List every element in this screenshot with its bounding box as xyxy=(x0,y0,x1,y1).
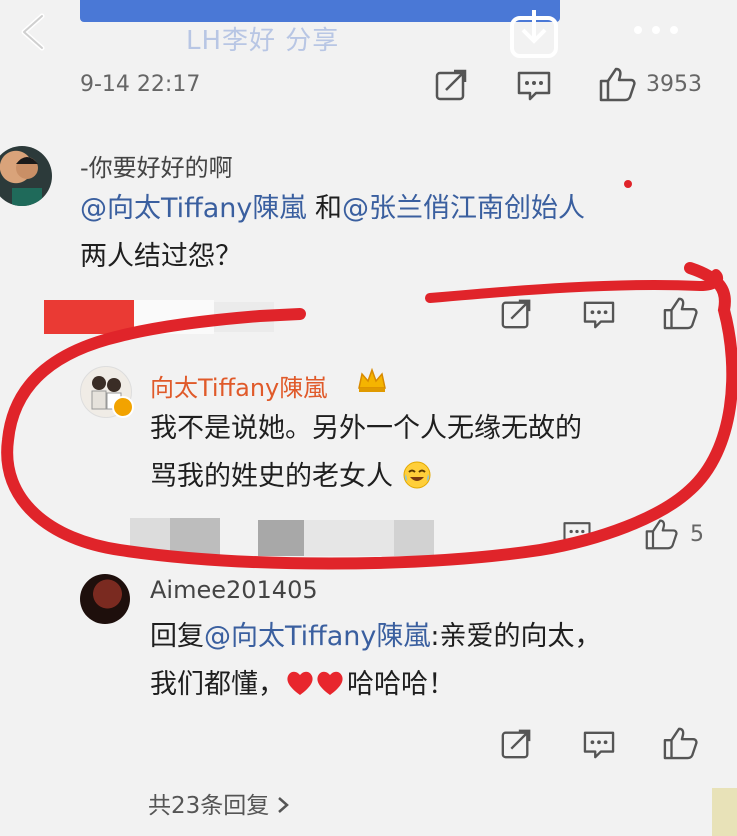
comment-body: @向太Tiffany陳嵐 和@张兰俏江南创始人 xyxy=(80,186,585,232)
body-text: 和 xyxy=(306,193,342,224)
comment-body-line-2: 两人结过怨？ xyxy=(80,241,242,272)
body-text: 骂我的姓史的老女人 xyxy=(150,461,393,492)
redacted-block xyxy=(134,300,214,334)
share-icon[interactable] xyxy=(500,298,532,330)
reply-prefix: 回复 xyxy=(150,621,204,652)
more-replies-link[interactable]: 共23条回复 xyxy=(148,786,292,820)
avatar[interactable] xyxy=(80,574,130,624)
comment-icon[interactable] xyxy=(516,70,552,102)
download-icon[interactable] xyxy=(508,8,560,60)
body-text: :亲爱的向太， xyxy=(430,621,602,652)
thumbs-up-icon[interactable] xyxy=(644,518,678,550)
mention-link[interactable]: @张兰俏江南创始人 xyxy=(342,193,585,224)
chevron-right-icon xyxy=(278,797,290,813)
more-replies-label: 共23条回复 xyxy=(148,793,270,819)
redacted-block xyxy=(214,302,274,332)
comment-body-line-2: 我们都懂， 哈哈哈！ xyxy=(150,662,455,708)
share-icon[interactable] xyxy=(500,728,532,760)
chevron-left-icon[interactable] xyxy=(16,12,52,52)
redacted-block xyxy=(394,520,434,556)
more-dots-icon[interactable] xyxy=(628,20,684,40)
comment-like-count: 5 xyxy=(690,522,704,547)
redacted-block xyxy=(304,520,394,556)
page-title: LH李好 分享 xyxy=(186,26,340,56)
comment-icon[interactable] xyxy=(582,300,616,330)
top-bar: LH李好 分享 xyxy=(0,0,737,60)
crown-icon xyxy=(358,367,386,392)
top-strip xyxy=(80,0,560,22)
red-dot xyxy=(624,180,632,188)
comment-username[interactable]: Aimee201405 xyxy=(150,576,318,604)
redacted-block xyxy=(258,520,304,556)
redacted-block xyxy=(130,518,170,556)
comment-2: 向太Tiffany陳嵐 我不是说她。另外一个人无缘无故的 骂我的姓史的老女人 xyxy=(0,360,737,510)
comment-username[interactable]: 向太Tiffany陳嵐 xyxy=(150,368,327,403)
comment-3: Aimee201405 回复@向太Tiffany陳嵐:亲爱的向太， 我们都懂， … xyxy=(0,572,737,722)
thumbs-up-icon[interactable] xyxy=(662,296,698,330)
comment-icon[interactable] xyxy=(562,520,592,548)
comment-body-line-2: 骂我的姓史的老女人 xyxy=(150,454,432,500)
red-heart-emoji xyxy=(287,671,343,695)
laugh-cry-emoji xyxy=(403,461,431,489)
post-time: 9-14 22:17 xyxy=(80,72,201,97)
redacted-block xyxy=(170,518,220,556)
mention-link[interactable]: @向太Tiffany陳嵐 xyxy=(204,621,430,652)
mention-link[interactable]: @向太Tiffany陳嵐 xyxy=(80,193,306,224)
comment-username[interactable]: -你要好好的啊 xyxy=(80,148,233,183)
avatar[interactable] xyxy=(0,146,52,206)
redacted-block xyxy=(44,300,134,334)
comment-body: 回复@向太Tiffany陳嵐:亲爱的向太， xyxy=(150,614,602,660)
body-text: 我们都懂， xyxy=(150,669,285,700)
comment-1: -你要好好的啊 @向太Tiffany陳嵐 和@张兰俏江南创始人 两人结过怨？ xyxy=(0,140,737,300)
share-icon[interactable] xyxy=(434,68,468,102)
post-like-count: 3953 xyxy=(646,72,702,97)
thumbs-up-icon[interactable] xyxy=(598,66,636,102)
edge-artifact xyxy=(712,788,737,836)
comment-icon[interactable] xyxy=(582,730,616,760)
verified-badge xyxy=(112,396,134,418)
thumbs-up-icon[interactable] xyxy=(662,726,698,760)
post-meta: 9-14 22:17 3953 xyxy=(0,64,737,104)
body-text: 哈哈哈！ xyxy=(347,669,455,700)
comment-body: 我不是说她。另外一个人无缘无故的 xyxy=(150,413,582,444)
